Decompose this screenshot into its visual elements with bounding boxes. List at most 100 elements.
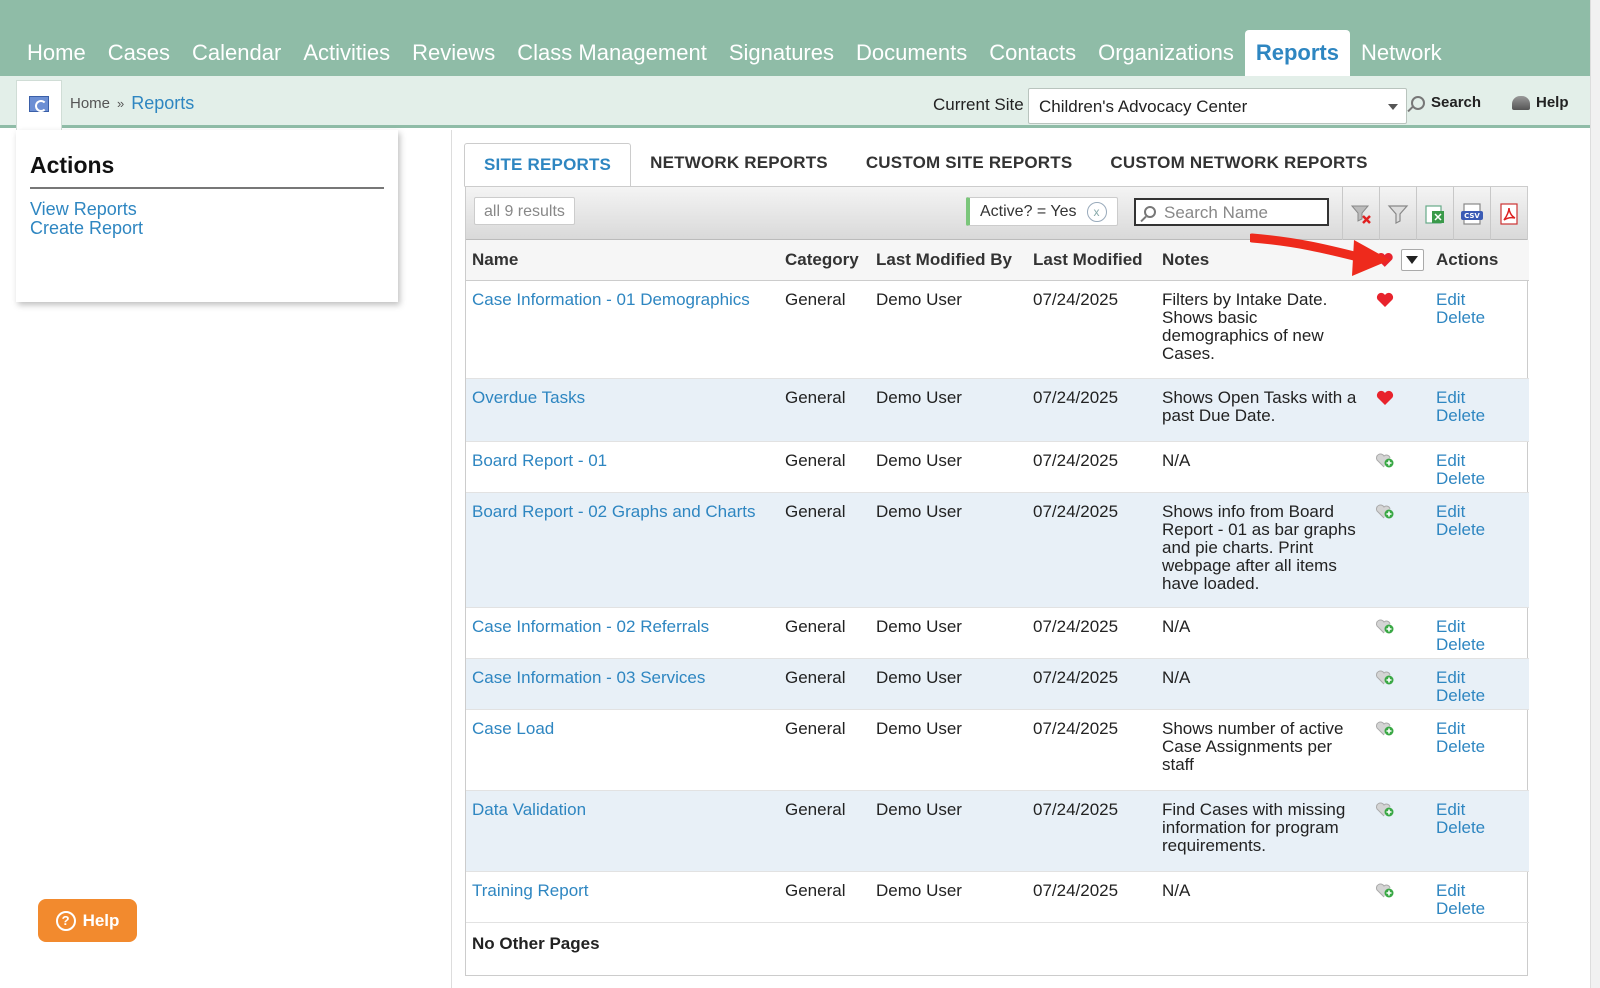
tab-site-reports[interactable]: SITE REPORTS <box>464 143 632 187</box>
report-name-link[interactable]: Board Report - 02 Graphs and Charts <box>472 502 755 521</box>
svg-text:CSV: CSV <box>1464 212 1480 220</box>
search-icon <box>1411 95 1425 110</box>
delete-link[interactable]: Delete <box>1436 308 1523 327</box>
report-name-cell: Board Report - 02 Graphs and Charts <box>466 492 779 608</box>
table-row: Training Report General Demo User 07/24/202… <box>466 871 1529 923</box>
actions-cell: Edit Delete <box>1430 492 1529 608</box>
nav-item-calendar[interactable]: Calendar <box>181 30 292 76</box>
nav-item-class-management[interactable]: Class Management <box>506 30 718 76</box>
excel-export-icon[interactable] <box>1416 187 1453 240</box>
col-notes-header[interactable]: Notes <box>1156 240 1369 281</box>
report-name-link[interactable]: Case Information - 02 Referrals <box>472 617 709 636</box>
favorite-heart-icon[interactable] <box>1375 389 1395 407</box>
favorite-heart-icon[interactable] <box>1375 251 1395 269</box>
delete-link[interactable]: Delete <box>1436 469 1523 488</box>
modified-by-cell: Demo User <box>870 790 1027 872</box>
search-name-input[interactable]: Search Name <box>1134 198 1329 226</box>
edit-link[interactable]: Edit <box>1436 881 1523 900</box>
table-header-row: Name Category Last Modified By Last Modi… <box>466 240 1529 281</box>
pdf-export-icon[interactable] <box>1490 187 1527 240</box>
help-link-label: Help <box>1536 94 1569 111</box>
favorite-cell <box>1369 658 1430 710</box>
pagination-label: No Other Pages <box>472 933 600 953</box>
clear-filter-icon[interactable] <box>1342 187 1379 240</box>
delete-link[interactable]: Delete <box>1436 686 1523 705</box>
help-float-button[interactable]: ? Help <box>38 899 137 942</box>
col-name-header[interactable]: Name <box>466 240 779 281</box>
report-name-cell: Board Report - 01 <box>466 441 779 493</box>
nav-item-cases[interactable]: Cases <box>97 30 181 76</box>
modified-cell: 07/24/2025 <box>1027 607 1156 659</box>
report-name-link[interactable]: Overdue Tasks <box>472 388 585 407</box>
edit-link[interactable]: Edit <box>1436 800 1523 819</box>
nav-item-network[interactable]: Network <box>1350 30 1453 76</box>
nav-item-reports[interactable]: Reports <box>1244 30 1350 76</box>
edit-link[interactable]: Edit <box>1436 388 1523 407</box>
delete-link[interactable]: Delete <box>1436 406 1523 425</box>
breadcrumb-home[interactable]: Home <box>70 95 110 112</box>
report-name-link[interactable]: Training Report <box>472 881 589 900</box>
scrollbar[interactable] <box>1590 0 1600 988</box>
edit-link[interactable]: Edit <box>1436 290 1523 309</box>
nav-item-activities[interactable]: Activities <box>292 30 401 76</box>
add-favorite-icon[interactable] <box>1375 618 1395 636</box>
view-reports-link[interactable]: View Reports <box>30 200 384 219</box>
search-link[interactable]: Search <box>1411 94 1481 111</box>
current-site-label: Current Site <box>933 95 1024 114</box>
nav-item-home[interactable]: Home <box>16 30 97 76</box>
delete-link[interactable]: Delete <box>1436 737 1523 756</box>
col-modified-header[interactable]: Last Modified <box>1027 240 1156 281</box>
add-favorite-icon[interactable] <box>1375 669 1395 687</box>
add-favorite-icon[interactable] <box>1375 503 1395 521</box>
add-favorite-icon[interactable] <box>1375 801 1395 819</box>
delete-link[interactable]: Delete <box>1436 818 1523 837</box>
table-row: Board Report - 01 General Demo User 07/24/2… <box>466 441 1529 493</box>
report-name-link[interactable]: Case Load <box>472 719 554 738</box>
delete-link[interactable]: Delete <box>1436 635 1523 654</box>
active-filter-pill[interactable]: Active? = Yes x <box>966 197 1118 226</box>
nav-item-contacts[interactable]: Contacts <box>978 30 1087 76</box>
col-modified-by-header[interactable]: Last Modified By <box>870 240 1027 281</box>
add-favorite-icon[interactable] <box>1375 720 1395 738</box>
favorite-cell <box>1369 441 1430 493</box>
nav-item-organizations[interactable]: Organizations <box>1087 30 1245 76</box>
report-name-link[interactable]: Board Report - 01 <box>472 451 607 470</box>
favorite-filter-dropdown[interactable] <box>1400 248 1424 271</box>
actions-cell: Edit Delete <box>1430 378 1529 442</box>
edit-link[interactable]: Edit <box>1436 617 1523 636</box>
nav-item-documents[interactable]: Documents <box>845 30 978 76</box>
notes-cell: Shows number of active Case Assignments … <box>1156 709 1369 791</box>
csv-export-icon[interactable]: CSV <box>1453 187 1490 240</box>
category-cell: General <box>779 790 870 872</box>
favorite-heart-icon[interactable] <box>1375 291 1395 309</box>
delete-link[interactable]: Delete <box>1436 520 1523 539</box>
nav-item-signatures[interactable]: Signatures <box>718 30 845 76</box>
report-name-link[interactable]: Case Information - 01 Demographics <box>472 290 750 309</box>
col-category-header[interactable]: Category <box>779 240 870 281</box>
tab-custom-network-reports[interactable]: CUSTOM NETWORK REPORTS <box>1091 153 1386 187</box>
actions-cell: Edit Delete <box>1430 658 1529 710</box>
delete-link[interactable]: Delete <box>1436 899 1523 918</box>
tab-network-reports[interactable]: NETWORK REPORTS <box>631 153 847 187</box>
help-link[interactable]: Help <box>1512 94 1569 111</box>
tab-custom-site-reports[interactable]: CUSTOM SITE REPORTS <box>847 153 1092 187</box>
report-name-link[interactable]: Case Information - 03 Services <box>472 668 705 687</box>
current-site-select[interactable]: Children's Advocacy Center <box>1028 88 1407 124</box>
results-count: all 9 results <box>474 197 575 225</box>
add-favorite-icon[interactable] <box>1375 452 1395 470</box>
edit-link[interactable]: Edit <box>1436 719 1523 738</box>
edit-link[interactable]: Edit <box>1436 668 1523 687</box>
actions-panel: Actions View Reports Create Report <box>16 130 398 302</box>
nav-item-reviews[interactable]: Reviews <box>401 30 506 76</box>
filter-icon[interactable] <box>1379 187 1416 240</box>
report-name-cell: Case Load <box>466 709 779 791</box>
breadcrumb-current[interactable]: Reports <box>131 93 194 114</box>
create-report-link[interactable]: Create Report <box>30 219 384 238</box>
category-cell: General <box>779 280 870 379</box>
remove-filter-icon[interactable]: x <box>1086 201 1107 222</box>
add-favorite-icon[interactable] <box>1375 882 1395 900</box>
edit-link[interactable]: Edit <box>1436 451 1523 470</box>
edit-link[interactable]: Edit <box>1436 502 1523 521</box>
report-name-link[interactable]: Data Validation <box>472 800 586 819</box>
modified-by-cell: Demo User <box>870 871 1027 923</box>
